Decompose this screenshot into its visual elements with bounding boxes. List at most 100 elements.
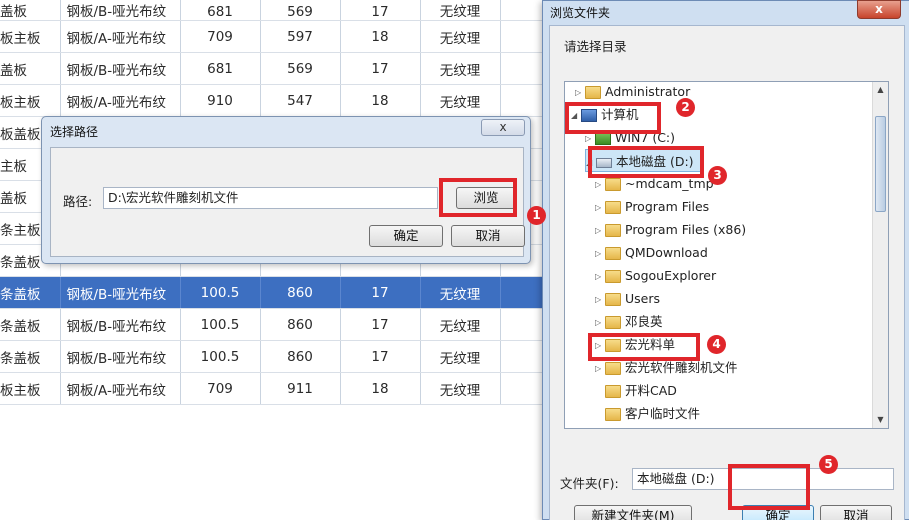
table-cell: 无纹理 — [420, 52, 501, 85]
expand-arrow-icon[interactable]: ▷ — [575, 82, 585, 104]
folder-tree-item[interactable]: ▷ Program Files (x86) — [595, 218, 746, 241]
expand-arrow-icon[interactable]: ▷ — [585, 127, 595, 150]
browse-button[interactable]: 浏览 — [456, 187, 516, 209]
folder-icon — [605, 408, 621, 421]
table-row[interactable]: 条盖板 钢板/B-哑光布纹 100.5 860 17 无纹理 — [0, 276, 561, 309]
table-cell: 无纹理 — [420, 276, 501, 309]
expand-arrow-icon[interactable]: ▷ — [595, 219, 605, 242]
folder-icon — [585, 86, 601, 99]
select-path-dialog: 选择路径 x 路径: D:\宏光软件雕刻机文件 浏览 确定 取消 — [41, 116, 531, 264]
expand-arrow-icon[interactable]: ▷ — [595, 334, 605, 357]
expand-arrow-icon[interactable]: ▷ — [595, 357, 605, 380]
table-cell: 钢板/A-哑光布纹 — [60, 20, 181, 53]
folder-tree-label: 客户临时文件 — [625, 406, 701, 421]
folder-tree-item[interactable]: ▷ Administrator — [575, 82, 690, 104]
table-row[interactable]: 板主板 钢板/A-哑光布纹 709 911 18 无纹理 — [0, 372, 561, 405]
path-input[interactable]: D:\宏光软件雕刻机文件 — [103, 187, 438, 209]
folder-tree-item[interactable]: ▷ Users — [595, 287, 660, 310]
choose-directory-prompt: 请选择目录 — [564, 39, 627, 54]
expand-arrow-icon[interactable]: ▷ — [595, 288, 605, 311]
table-cell: 无纹理 — [420, 372, 501, 405]
folder-tree-item[interactable]: 开料CAD — [595, 379, 677, 402]
table-cell: 910 — [180, 84, 261, 117]
folder-tree-item[interactable]: ▷ 宏光料单 — [595, 333, 675, 356]
folder-tree-item[interactable]: ▷ ~mdcam_tmp — [595, 172, 714, 195]
table-cell: 547 — [260, 84, 341, 117]
table-cell: 569 — [260, 52, 341, 85]
folder-label: 文件夹(F): — [560, 476, 619, 491]
folder-tree-label: Program Files — [625, 199, 710, 214]
table-cell: 860 — [260, 276, 341, 309]
table-cell: 18 — [340, 20, 421, 53]
folder-tree-item[interactable]: ◢ 计算机 — [571, 103, 639, 126]
folder-icon — [605, 270, 621, 283]
scroll-thumb[interactable] — [875, 116, 886, 212]
table-cell: 100.5 — [180, 308, 261, 341]
folder-tree-item[interactable]: ▷ 宏光软件雕刻机文件 — [595, 356, 738, 379]
folder-tree-label: 宏光软件雕刻机文件 — [625, 360, 738, 375]
table-cell: 条盖板 — [0, 340, 61, 373]
table-cell: 盖板 — [0, 0, 61, 21]
expand-arrow-icon[interactable]: ▷ — [595, 173, 605, 196]
select-path-close-button[interactable]: x — [481, 119, 525, 136]
expand-arrow-icon[interactable]: ▷ — [595, 196, 605, 219]
folder-tree[interactable]: ▷ Administrator ◢ 计算机 ▷ WIN7 (C:) ◢ 本地磁盘 (D:) ▷ ~… — [564, 81, 889, 429]
folder-input[interactable]: 本地磁盘 (D:) — [632, 468, 894, 490]
table-row[interactable]: 盖板 钢板/B-哑光布纹 681 569 17 无纹理 — [0, 0, 561, 21]
expand-arrow-icon[interactable]: ▷ — [595, 265, 605, 288]
browse-folder-close-button[interactable]: x — [857, 0, 901, 19]
expand-arrow-icon[interactable]: ▷ — [595, 311, 605, 334]
table-cell: 无纹理 — [420, 20, 501, 53]
table-row[interactable]: 条盖板 钢板/B-哑光布纹 100.5 860 17 无纹理 — [0, 308, 561, 341]
folder-tree-item[interactable]: ▷ 邓良英 — [595, 310, 663, 333]
select-path-panel: 路径: D:\宏光软件雕刻机文件 浏览 确定 取消 — [50, 147, 525, 257]
computer-icon — [581, 109, 597, 122]
table-cell: 钢板/B-哑光布纹 — [60, 52, 181, 85]
table-cell: 597 — [260, 20, 341, 53]
scroll-up-arrow-icon[interactable]: ▲ — [873, 82, 888, 98]
collapse-arrow-icon[interactable]: ◢ — [571, 104, 581, 127]
folder-tree-label: QMDownload — [625, 245, 708, 260]
table-row[interactable]: 板主板 钢板/A-哑光布纹 709 597 18 无纹理 — [0, 20, 561, 53]
folder-tree-label: ~mdcam_tmp — [625, 176, 714, 191]
table-cell: 17 — [340, 276, 421, 309]
folder-tree-label: WIN7 (C:) — [615, 130, 676, 145]
folder-icon — [605, 247, 621, 260]
new-folder-button[interactable]: 新建文件夹(M) — [574, 505, 692, 520]
table-cell: 板主板 — [0, 20, 61, 53]
folder-tree-item[interactable]: ◢ 本地磁盘 (D:) — [585, 149, 701, 172]
folder-tree-item[interactable]: ▷ QMDownload — [595, 241, 708, 264]
browse-folder-ok-button[interactable]: 确定 — [742, 505, 814, 520]
folder-icon — [605, 316, 621, 329]
folder-tree-item[interactable]: ▷ WIN7 (C:) — [585, 126, 675, 149]
browse-folder-cancel-button[interactable]: 取消 — [820, 505, 892, 520]
table-cell: 无纹理 — [420, 84, 501, 117]
select-path-cancel-button[interactable]: 取消 — [451, 225, 525, 247]
tree-scrollbar[interactable]: ▲ ▼ — [872, 82, 888, 428]
folder-tree-label: SogouExplorer — [625, 268, 717, 283]
annotation-badge-4: 4 — [707, 335, 726, 354]
folder-tree-label: Users — [625, 291, 661, 306]
annotation-badge-5: 5 — [819, 455, 838, 474]
table-cell: 钢板/B-哑光布纹 — [60, 308, 181, 341]
folder-tree-label: 本地磁盘 (D:) — [616, 154, 694, 169]
folder-tree-item[interactable]: ▷ Program Files — [595, 195, 709, 218]
table-cell: 钢板/B-哑光布纹 — [60, 340, 181, 373]
folder-tree-item[interactable]: ▷ SogouExplorer — [595, 264, 716, 287]
scroll-down-arrow-icon[interactable]: ▼ — [873, 412, 888, 428]
select-path-ok-button[interactable]: 确定 — [369, 225, 443, 247]
table-cell: 钢板/A-哑光布纹 — [60, 84, 181, 117]
table-row[interactable]: 盖板 钢板/B-哑光布纹 681 569 17 无纹理 — [0, 52, 561, 85]
table-cell: 860 — [260, 308, 341, 341]
collapse-arrow-icon[interactable]: ◢ — [586, 151, 596, 174]
browse-folder-body: 请选择目录 ▷ Administrator ◢ 计算机 ▷ WIN7 (C:) ◢ 本地磁盘 … — [549, 25, 905, 520]
table-row[interactable]: 板主板 钢板/A-哑光布纹 910 547 18 无纹理 — [0, 84, 561, 117]
folder-icon — [605, 178, 621, 191]
table-cell: 911 — [260, 372, 341, 405]
table-cell: 盖板 — [0, 52, 61, 85]
table-row[interactable]: 条盖板 钢板/B-哑光布纹 100.5 860 17 无纹理 — [0, 340, 561, 373]
table-cell: 钢板/B-哑光布纹 — [60, 276, 181, 309]
table-cell: 860 — [260, 340, 341, 373]
expand-arrow-icon[interactable]: ▷ — [595, 242, 605, 265]
folder-tree-item[interactable]: 客户临时文件 — [595, 402, 700, 425]
